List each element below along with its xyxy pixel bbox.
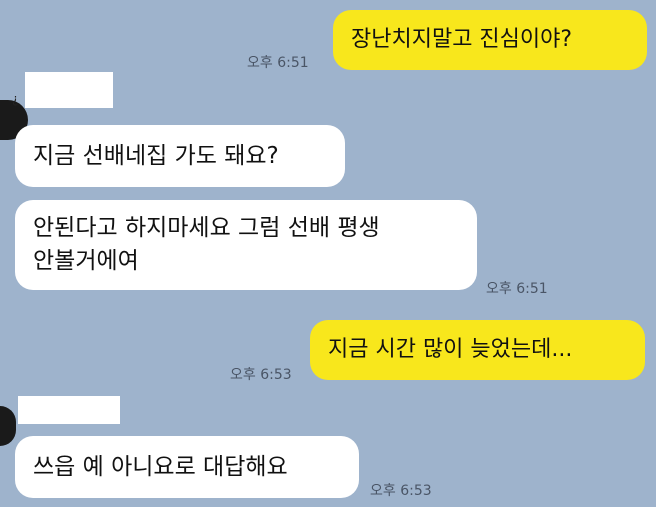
message-line: 안볼거에여 (33, 248, 139, 274)
my-message-bubble[interactable]: 장난치지말고 진심이야? (333, 10, 647, 70)
avatar[interactable] (0, 406, 16, 446)
message-time: 오후 6:51 (486, 281, 548, 297)
message-time: 오후 6:53 (370, 483, 432, 499)
other-message-bubble[interactable]: 쓰읍 예 아니요로 대답해요 (15, 436, 359, 498)
message-time: 오후 6:51 (247, 55, 309, 71)
other-message-bubble[interactable]: 안된다고 하지마세요 그럼 선배 평생 안볼거에여 (15, 200, 477, 290)
redacted-sender-name (18, 396, 120, 424)
message-line: 안된다고 하지마세요 그럼 선배 평생 (33, 215, 380, 241)
message-time: 오후 6:53 (230, 367, 292, 383)
my-message-bubble[interactable]: 지금 시간 많이 늦었는데... (310, 320, 645, 380)
other-message-bubble[interactable]: 지금 선배네집 가도 돼요? (15, 125, 345, 187)
name-mark: ¿ (12, 92, 19, 106)
redacted-sender-name (25, 72, 113, 108)
